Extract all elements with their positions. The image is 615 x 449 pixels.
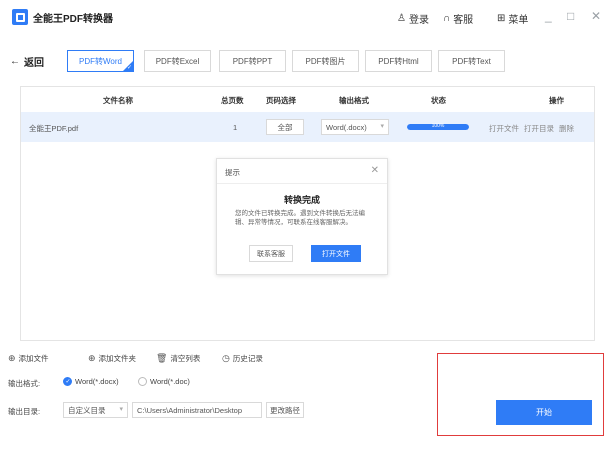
dialog-message: 您的文件已转换完成。遇到文件转换后无法编辑、异常等情况，可联系在线客服解决。 [235,210,365,226]
format-doc-radio[interactable]: Word(*.doc) [138,377,190,386]
close-button[interactable]: ✕ [591,9,601,23]
title-bar: 全能王PDF转换器 ♙ 登录 ∩ 客服 ⊞ 菜单 _ □ ✕ [0,0,615,34]
add-folder-button[interactable]: ⊕ 添加文件夹 [88,353,136,364]
tab-bar: ← 返回 PDF转Word ✓ PDF转Excel PDF转PPT PDF转图片… [0,48,615,74]
column-header-total-pages: 总页数 [221,96,244,105]
column-header-page-select: 页码选择 [266,96,296,105]
dialog-heading: 转换完成 [283,195,320,205]
column-header-output-format: 输出格式 [339,96,369,105]
tab-pdf-to-ppt[interactable]: PDF转PPT [219,50,286,72]
menu-button[interactable]: ⊞ 菜单 [497,11,528,26]
table-header: 文件名称 总页数 页码选择 输出格式 状态 操作 [21,87,594,111]
page-select-all-button[interactable]: 全部 [266,119,304,135]
chevron-down-icon: ▾ [380,123,384,130]
arrow-left-icon: ← [10,56,20,67]
column-header-file-name: 文件名称 [103,96,133,105]
dialog-close-icon[interactable]: ✕ [371,165,379,176]
app-logo-icon [12,9,28,25]
change-path-button[interactable]: 更改路径 [266,402,304,418]
tab-pdf-to-excel[interactable]: PDF转Excel [144,50,211,72]
chevron-down-icon: ▾ [119,406,123,413]
login-button[interactable]: ♙ 登录 [397,11,429,26]
clear-list-button[interactable]: 🗑 清空列表 [156,353,200,364]
user-icon: ♙ [397,13,406,24]
tab-pdf-to-image[interactable]: PDF转图片 [292,50,359,72]
file-name-cell: 全能王PDF.pdf [29,124,79,133]
start-button[interactable]: 开始 [496,400,592,425]
total-pages-cell: 1 [233,123,238,132]
service-button[interactable]: ∩ 客服 [443,11,473,26]
tab-pdf-to-word[interactable]: PDF转Word ✓ [67,50,134,72]
history-button[interactable]: ◷ 历史记录 [222,353,263,364]
plus-circle-icon: ⊕ [88,353,96,363]
start-highlight-box: 开始 [437,353,604,436]
minimize-button[interactable]: _ [545,9,552,23]
output-directory-row: 输出目录: 自定义目录 ▾ C:\Users\Administrator\Des… [8,402,308,420]
tab-pdf-to-html[interactable]: PDF转Html [365,50,432,72]
conversion-complete-dialog: 提示 ✕ 转换完成 您的文件已转换完成。遇到文件转换后无法编辑、异常等情况，可联… [216,158,388,275]
add-file-button[interactable]: ⊕ 添加文件 [8,353,49,364]
back-button[interactable]: ← 返回 [10,54,44,69]
plus-circle-icon: ⊕ [8,353,16,363]
radio-icon [138,377,147,386]
headset-icon: ∩ [443,13,451,24]
grid-icon: ⊞ [497,13,506,24]
output-format-select[interactable]: Word(.docx) ▾ [321,119,389,135]
column-header-actions: 操作 [549,96,564,105]
trash-icon: 🗑 [156,353,168,363]
radio-checked-icon [63,377,72,386]
app-title: 全能王PDF转换器 [33,14,113,25]
tab-pdf-to-text[interactable]: PDF转Text [438,50,505,72]
open-folder-link[interactable]: 打开目录 [524,123,554,134]
check-icon: ✓ [126,65,132,71]
output-format-label: 输出格式: [8,379,41,388]
clock-icon: ◷ [222,353,230,363]
column-header-status: 状态 [431,96,446,105]
format-docx-radio[interactable]: Word(*.docx) [63,377,119,386]
delete-link[interactable]: 删除 [559,123,574,134]
divider [217,183,387,184]
output-directory-label: 输出目录: [8,407,41,416]
contact-service-button[interactable]: 联系客服 [249,245,293,262]
open-file-button[interactable]: 打开文件 [311,245,361,262]
progress-text: 100% [431,123,445,129]
open-file-link[interactable]: 打开文件 [489,123,519,134]
dialog-title: 提示 [225,168,240,177]
maximize-button[interactable]: □ [567,9,574,23]
directory-mode-select[interactable]: 自定义目录 ▾ [63,402,128,418]
output-path-field[interactable]: C:\Users\Administrator\Desktop [132,402,262,418]
table-row[interactable]: 全能王PDF.pdf 1 全部 Word(.docx) ▾ 100% 打开文件 … [21,112,594,142]
